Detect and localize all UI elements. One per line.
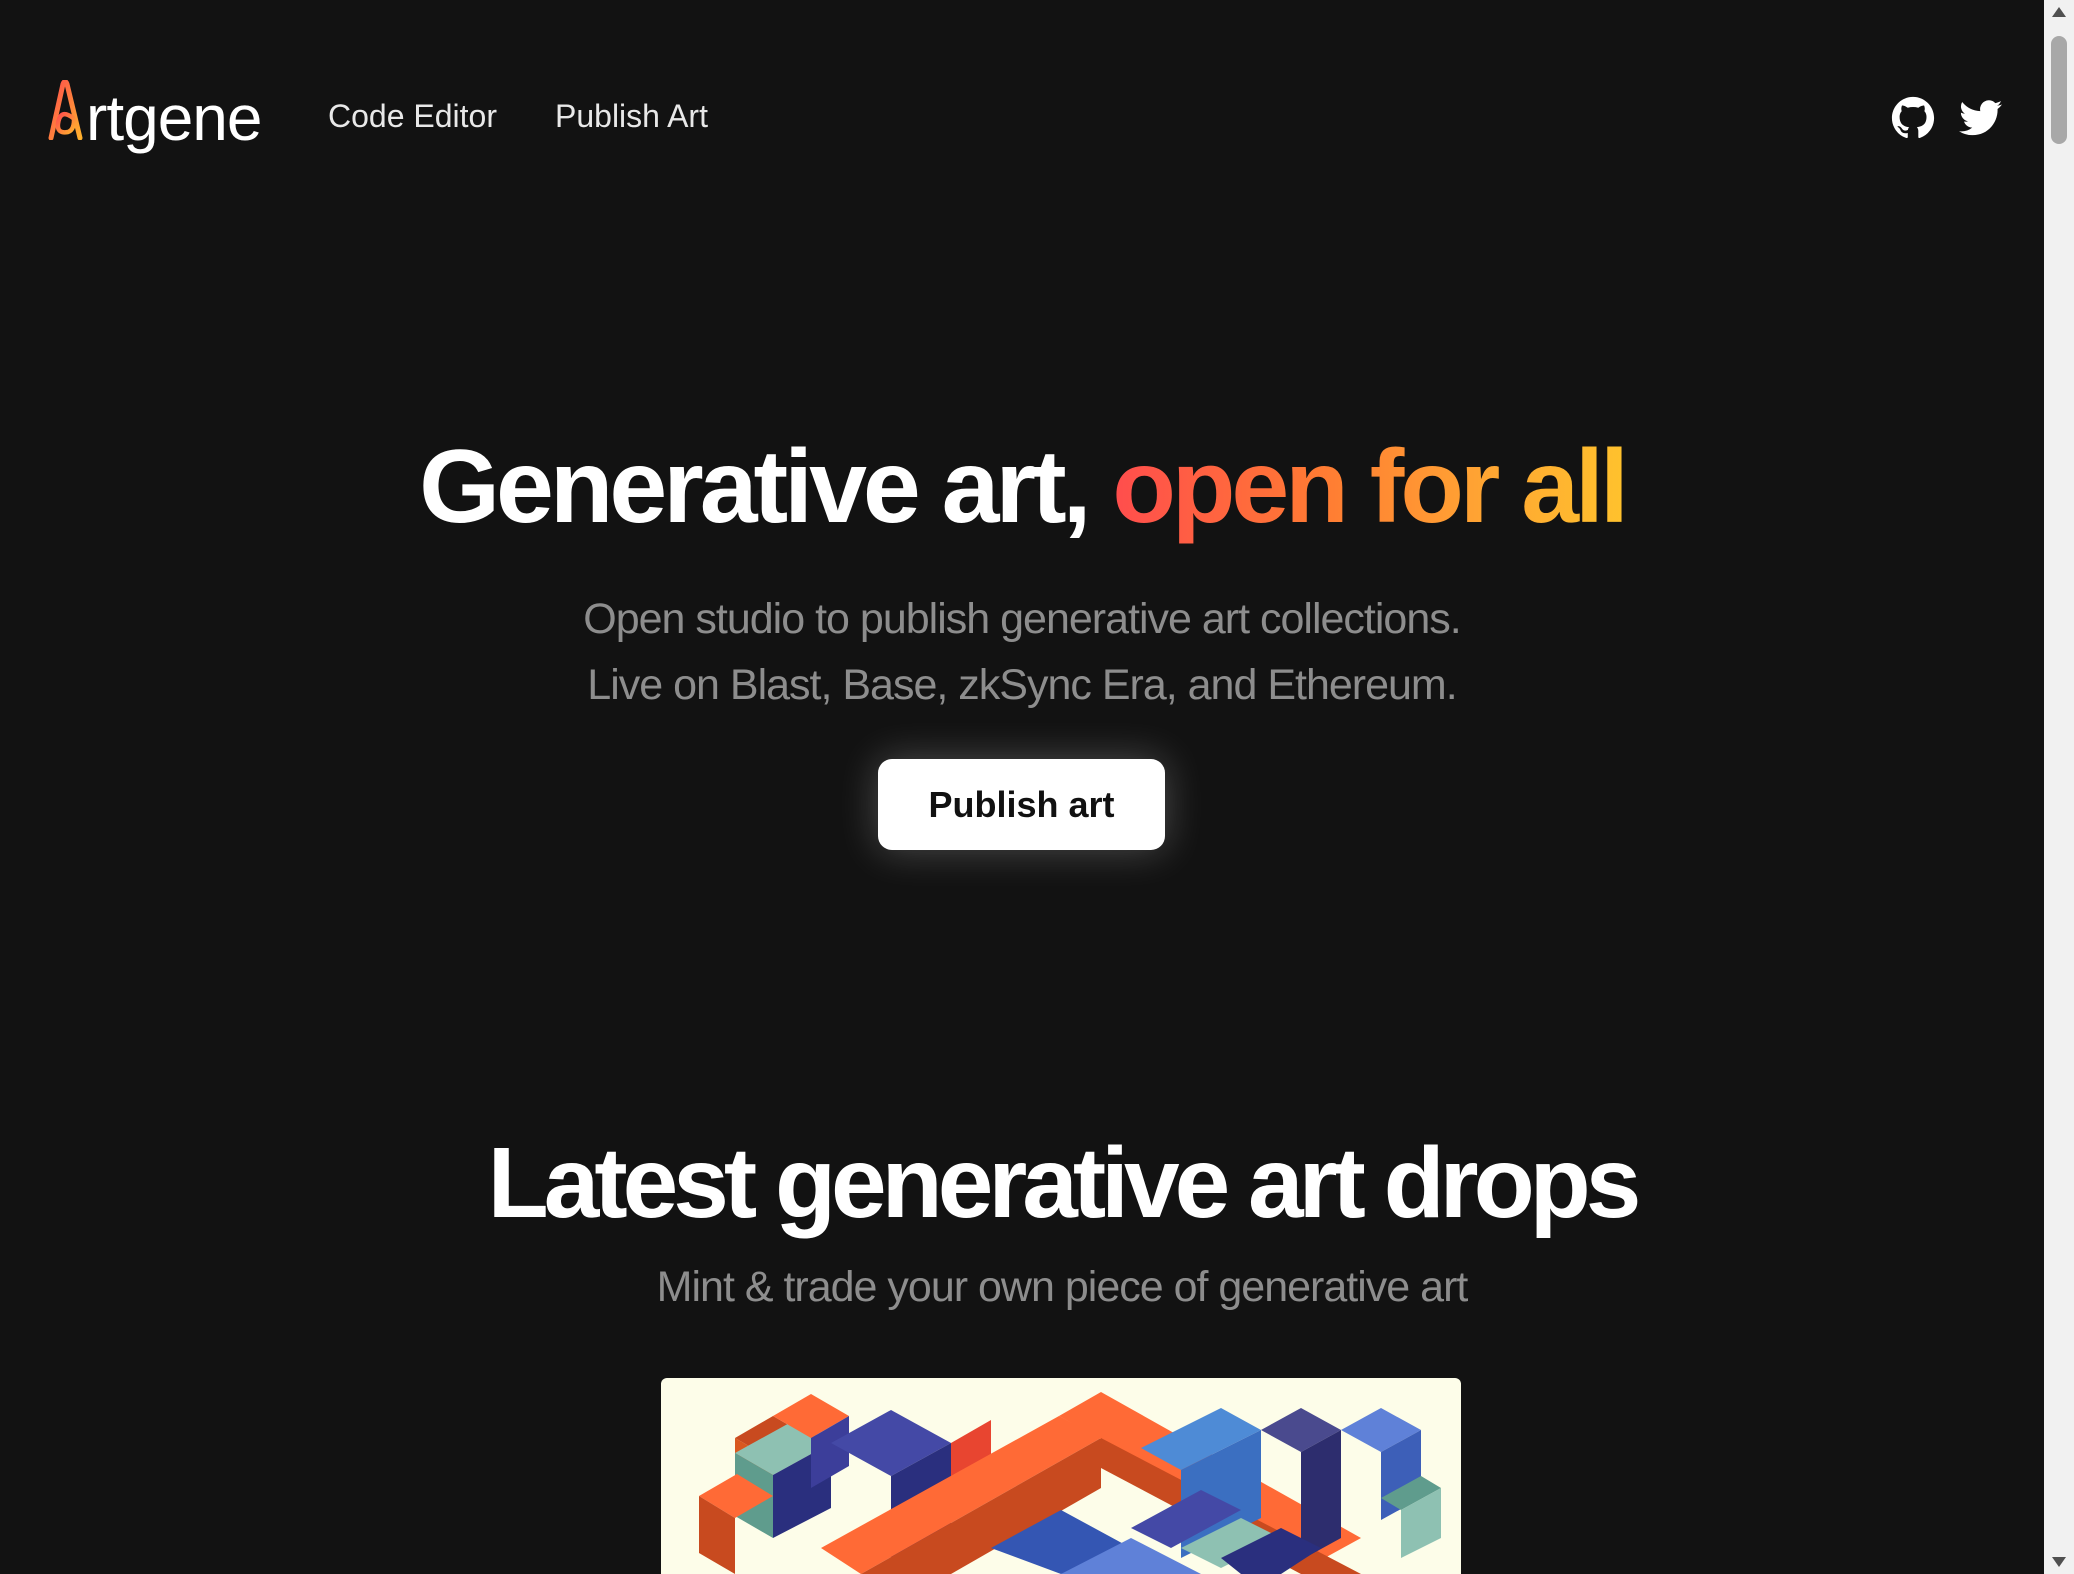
scroll-down-arrow-icon[interactable]	[2044, 1550, 2074, 1574]
logo-text: rtgene	[86, 82, 262, 154]
hero-subtitle: Open studio to publish generative art co…	[0, 586, 2044, 718]
nav-publish-art[interactable]: Publish Art	[555, 98, 708, 135]
drops-title: Latest generative art drops	[487, 1127, 1642, 1239]
github-icon[interactable]	[1891, 96, 1935, 140]
scroll-up-arrow-icon[interactable]	[2044, 0, 2074, 24]
twitter-icon[interactable]	[1959, 96, 2003, 140]
drops-subtitle: Mint & trade your own piece of generativ…	[656, 1263, 1469, 1311]
hero-title: Generative art, open for all	[0, 430, 2044, 544]
page-viewport: rtgene Code Editor Publish Art Generativ…	[0, 0, 2044, 1574]
artgene-a-logo-icon	[48, 80, 83, 140]
publish-art-button[interactable]: Publish art	[878, 759, 1165, 850]
hero-title-plain: Generative art,	[419, 429, 1113, 545]
art-preview-image	[699, 1392, 1441, 1574]
scrollbar-thumb[interactable]	[2051, 36, 2067, 144]
nav-code-editor[interactable]: Code Editor	[328, 98, 497, 135]
hero-subtitle-line1: Open studio to publish generative art co…	[583, 595, 1461, 643]
vertical-scrollbar[interactable]	[2044, 0, 2074, 1574]
hero-title-accent: open for all	[1112, 429, 1628, 545]
art-drop-card[interactable]	[661, 1378, 1461, 1574]
hero-subtitle-line2: Live on Blast, Base, zkSync Era, and Eth…	[587, 661, 1457, 709]
site-header: rtgene Code Editor Publish Art	[0, 0, 2044, 236]
artgene-logo[interactable]: rtgene	[48, 70, 262, 154]
